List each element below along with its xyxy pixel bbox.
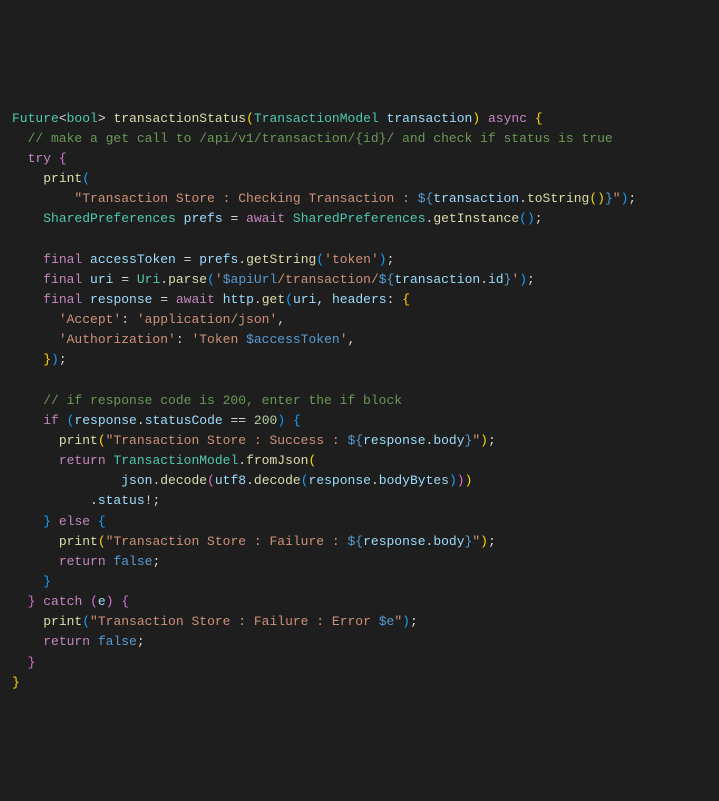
code-line: }: [12, 574, 51, 589]
code-line: Future<bool> transactionStatus(Transacti…: [12, 111, 543, 126]
code-line: return false;: [12, 554, 160, 569]
code-line: print(: [12, 171, 90, 186]
code-line: }: [12, 675, 20, 690]
code-line: 'Authorization': 'Token $accessToken',: [12, 332, 355, 347]
code-line: print("Transaction Store : Failure : ${r…: [12, 534, 496, 549]
code-line: } catch (e) {: [12, 594, 129, 609]
code-line: });: [12, 352, 67, 367]
code-line: final response = await http.get(uri, hea…: [12, 292, 410, 307]
code-line: return TransactionModel.fromJson(: [12, 453, 316, 468]
code-line: // make a get call to /api/v1/transactio…: [12, 131, 613, 146]
code-line: }: [12, 655, 35, 670]
code-line: 'Accept': 'application/json',: [12, 312, 285, 327]
code-line: return false;: [12, 634, 145, 649]
code-line: final uri = Uri.parse('$apiUrl/transacti…: [12, 272, 535, 287]
code-line: .status!;: [12, 493, 160, 508]
code-line: if (response.statusCode == 200) {: [12, 413, 301, 428]
code-line: try {: [12, 151, 67, 166]
code-line: print("Transaction Store : Success : ${r…: [12, 433, 496, 448]
code-line: } else {: [12, 514, 106, 529]
code-line: print("Transaction Store : Failure : Err…: [12, 614, 418, 629]
code-line: // if response code is 200, enter the if…: [12, 393, 402, 408]
code-line: final accessToken = prefs.getString('tok…: [12, 252, 394, 267]
code-line: SharedPreferences prefs = await SharedPr…: [12, 211, 543, 226]
code-block: Future<bool> transactionStatus(Transacti…: [12, 89, 707, 693]
code-line: json.decode(utf8.decode(response.bodyByt…: [12, 473, 472, 488]
code-line: "Transaction Store : Checking Transactio…: [12, 191, 636, 206]
